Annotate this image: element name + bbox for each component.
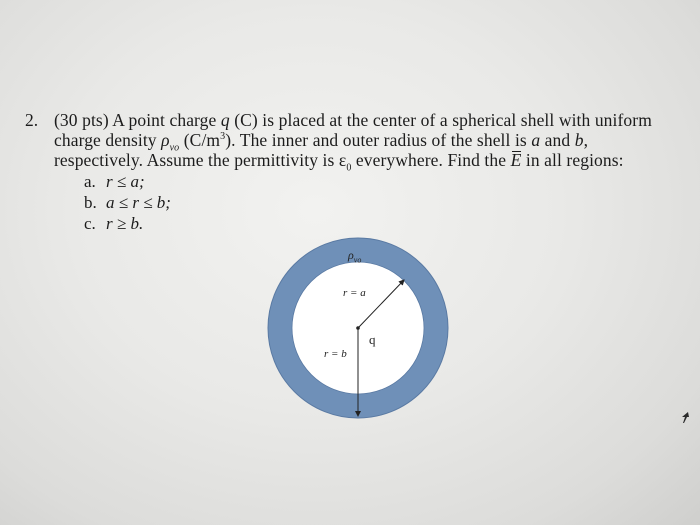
line3-text-c: in all regions: xyxy=(521,150,624,170)
part-letter: b. xyxy=(84,193,97,212)
and-text: and xyxy=(540,130,575,150)
part-letter: a. xyxy=(84,172,96,191)
part-expression: a ≤ r ≤ b; xyxy=(106,193,171,212)
part-letter: c. xyxy=(84,214,96,233)
var-a: a xyxy=(531,130,541,150)
line1-text-a: A point charge xyxy=(108,110,221,130)
charge-label: q xyxy=(369,332,376,347)
line3-text-b: everywhere. Find the xyxy=(351,150,511,170)
photographed-page: 2. (30 pts) A point charge q (C) is plac… xyxy=(0,0,700,525)
problem-number: 2. xyxy=(25,110,39,130)
line3-text-a: respectively. Assume the permittivity is… xyxy=(54,150,347,170)
problem-line-3: respectively. Assume the permittivity is… xyxy=(54,150,624,174)
point-charge-dot xyxy=(356,326,360,330)
unit-text-a: (C/m xyxy=(179,130,221,150)
comma: , xyxy=(583,130,589,150)
part-expression: r ≤ a; xyxy=(106,172,145,191)
rho-sub-glyph: vo xyxy=(353,255,362,265)
mouse-pointer-icon xyxy=(682,412,689,423)
line2-text-a: charge density xyxy=(54,130,162,150)
var-q: q xyxy=(220,110,230,130)
rho-symbol: ρ xyxy=(161,130,170,150)
problem-line-1: (30 pts) A point charge q (C) is placed … xyxy=(54,110,652,131)
outer-radius-label: r = b xyxy=(324,348,347,360)
part-c: c. r ≥ b. xyxy=(84,214,143,234)
spherical-shell-diagram: ρvo r = a q r = b xyxy=(266,236,450,420)
line1-text-b: (C) is placed at the center of a spheric… xyxy=(229,110,652,130)
part-b: b. a ≤ r ≤ b; xyxy=(84,193,171,213)
part-a: a. r ≤ a; xyxy=(84,172,145,192)
inner-radius-label: r = a xyxy=(343,287,366,299)
line2-text-b: ). The inner and outer radius of the she… xyxy=(225,130,532,150)
points-label: (30 pts) xyxy=(54,110,109,130)
var-b: b xyxy=(574,130,584,150)
part-expression: r ≥ b. xyxy=(106,214,144,233)
shell-density-label: ρvo xyxy=(348,248,361,264)
e-field-vector: E xyxy=(510,150,522,170)
